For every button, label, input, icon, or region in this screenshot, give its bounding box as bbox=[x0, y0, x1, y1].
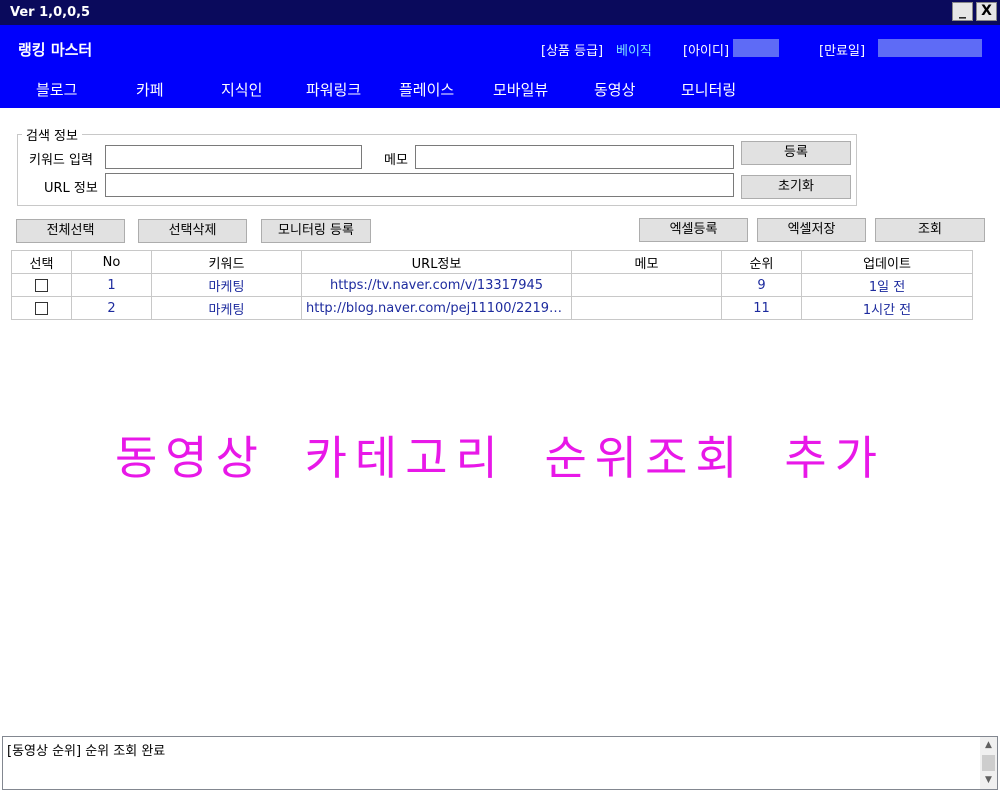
minimize-button[interactable]: _ bbox=[952, 2, 973, 21]
memo-input[interactable] bbox=[415, 145, 734, 169]
close-button[interactable]: X bbox=[976, 2, 997, 21]
keyword-label: 키워드 입력 bbox=[29, 153, 93, 168]
memo-label: 메모 bbox=[384, 153, 408, 168]
delete-selected-button[interactable]: 선택삭제 bbox=[138, 219, 247, 243]
column-header-keyword[interactable]: 키워드 bbox=[151, 250, 302, 274]
title-bar: Ver 1,0,0,5 _ X bbox=[0, 0, 1000, 25]
log-box[interactable]: [동영상 순위] 순위 조회 완료 ▲ ▼ bbox=[2, 736, 998, 790]
window-title: Ver 1,0,0,5 bbox=[10, 5, 91, 20]
cell-rank: 9 bbox=[721, 273, 802, 297]
nav-powerlink[interactable]: 파워링크 bbox=[306, 79, 361, 100]
log-text: [동영상 순위] 순위 조회 완료 bbox=[7, 744, 166, 759]
cell-url: http://blog.naver.com/pej11100/22190568… bbox=[301, 296, 572, 320]
nav-monitoring[interactable]: 모니터링 bbox=[681, 79, 736, 100]
cell-updated: 1일 전 bbox=[801, 273, 973, 297]
excel-save-button[interactable]: 엑셀저장 bbox=[757, 218, 866, 242]
column-header-no[interactable]: No bbox=[71, 250, 152, 274]
table-header-row: 선택 No 키워드 URL정보 메모 순위 업데이트 bbox=[11, 250, 973, 274]
cell-keyword: 마케팅 bbox=[151, 273, 302, 297]
search-info-legend: 검색 정보 bbox=[22, 125, 82, 144]
cell-keyword: 마케팅 bbox=[151, 296, 302, 320]
excel-import-button[interactable]: 엑셀등록 bbox=[639, 218, 748, 242]
row-select-cell[interactable] bbox=[11, 273, 72, 297]
grade-value: 베이직 bbox=[616, 44, 652, 59]
keyword-input[interactable] bbox=[105, 145, 362, 169]
redacted-id bbox=[733, 39, 779, 57]
column-header-select[interactable]: 선택 bbox=[11, 250, 72, 274]
app-header: 랭킹 마스터 [상품 등급] 베이직 [아이디] [만료일] 블로그 카페 지식… bbox=[0, 25, 1000, 108]
nav-kin[interactable]: 지식인 bbox=[221, 79, 262, 100]
nav-mobileview[interactable]: 모바일뷰 bbox=[493, 79, 548, 100]
cell-url: https://tv.naver.com/v/13317945 bbox=[301, 273, 572, 297]
column-header-url[interactable]: URL정보 bbox=[301, 250, 572, 274]
scroll-up-icon[interactable]: ▲ bbox=[980, 737, 997, 754]
cell-no: 1 bbox=[71, 273, 152, 297]
url-label: URL 정보 bbox=[44, 181, 98, 196]
cell-memo bbox=[571, 273, 722, 297]
scroll-down-icon[interactable]: ▼ bbox=[980, 772, 997, 789]
cell-updated: 1시간 전 bbox=[801, 296, 973, 320]
nav-blog[interactable]: 블로그 bbox=[36, 79, 77, 100]
nav-place[interactable]: 플레이스 bbox=[399, 79, 454, 100]
column-header-rank[interactable]: 순위 bbox=[721, 250, 802, 274]
column-header-updated[interactable]: 업데이트 bbox=[801, 250, 973, 274]
table-row[interactable]: 1 마케팅 https://tv.naver.com/v/13317945 9 … bbox=[11, 273, 973, 297]
nav-cafe[interactable]: 카페 bbox=[136, 79, 164, 100]
cell-memo bbox=[571, 296, 722, 320]
redacted-expire-date bbox=[878, 39, 982, 57]
grade-label: [상품 등급] bbox=[541, 44, 604, 59]
expire-label: [만료일] bbox=[819, 44, 866, 59]
row-select-cell[interactable] bbox=[11, 296, 72, 320]
results-table: 선택 No 키워드 URL정보 메모 순위 업데이트 1 마케팅 https:/… bbox=[11, 250, 973, 320]
app-title: 랭킹 마스터 bbox=[18, 41, 93, 59]
row-checkbox[interactable] bbox=[35, 301, 48, 315]
cell-no: 2 bbox=[71, 296, 152, 320]
table-row[interactable]: 2 마케팅 http://blog.naver.com/pej11100/221… bbox=[11, 296, 973, 320]
scroll-thumb[interactable] bbox=[982, 755, 995, 771]
query-button[interactable]: 조회 bbox=[875, 218, 985, 242]
register-button[interactable]: 등록 bbox=[741, 141, 851, 165]
column-header-memo[interactable]: 메모 bbox=[571, 250, 722, 274]
feature-notice: 동영상 카테고리 순위조회 추가 bbox=[114, 431, 886, 485]
monitoring-register-button[interactable]: 모니터링 등록 bbox=[261, 219, 371, 243]
reset-button[interactable]: 초기화 bbox=[741, 175, 851, 199]
log-scrollbar[interactable]: ▲ ▼ bbox=[980, 737, 997, 789]
row-checkbox[interactable] bbox=[35, 278, 48, 292]
nav-video[interactable]: 동영상 bbox=[594, 79, 635, 100]
select-all-button[interactable]: 전체선택 bbox=[16, 219, 125, 243]
id-label: [아이디] bbox=[683, 44, 730, 59]
cell-rank: 11 bbox=[721, 296, 802, 320]
url-input[interactable] bbox=[105, 173, 734, 197]
